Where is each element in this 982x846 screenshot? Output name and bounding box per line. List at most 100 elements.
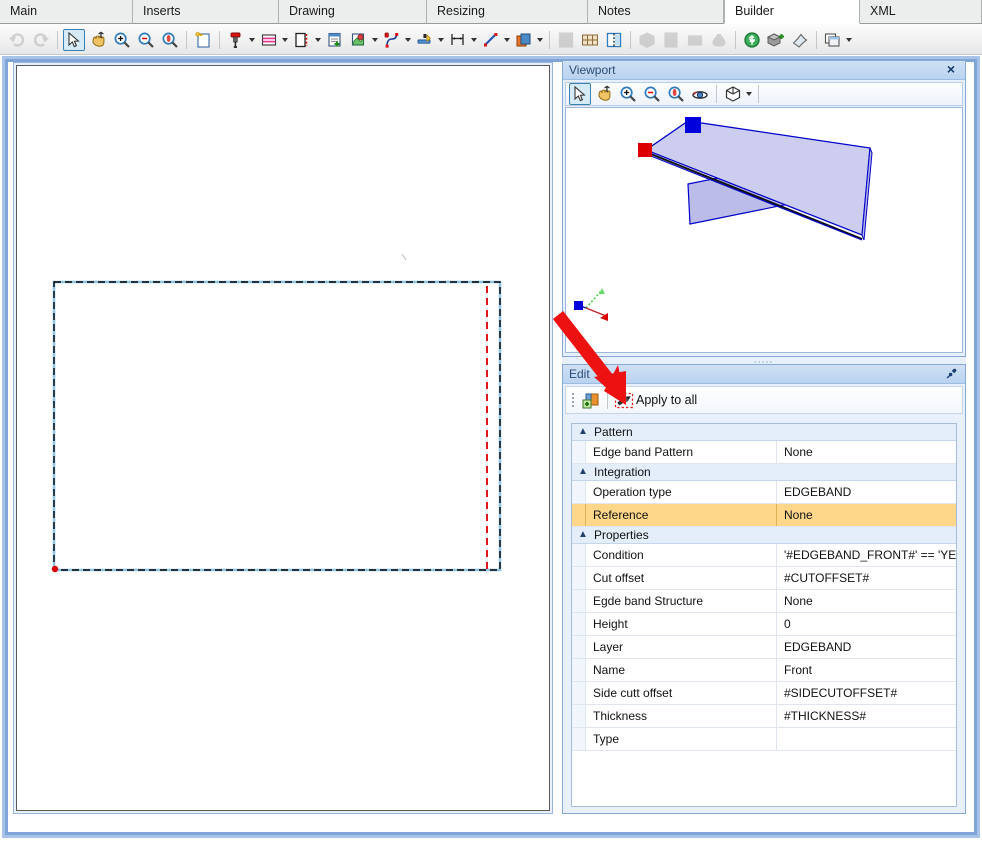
tab-drawing[interactable]: Drawing xyxy=(279,0,427,24)
add-operation-button[interactable] xyxy=(580,389,602,411)
groove-button[interactable] xyxy=(258,29,280,51)
undo-button[interactable] xyxy=(6,29,28,51)
property-value[interactable]: Front xyxy=(777,659,956,681)
dollar-button[interactable] xyxy=(741,29,763,51)
property-value[interactable]: None xyxy=(777,441,956,463)
toolbar-drag-grip[interactable] xyxy=(570,391,576,409)
drawing-area[interactable] xyxy=(13,62,553,814)
property-row[interactable]: Height 0 xyxy=(572,613,956,636)
viewport-view-cube-button[interactable] xyxy=(722,83,744,105)
edit-panel-toolbar: Apply to all xyxy=(565,386,963,414)
tab-resizing[interactable]: Resizing xyxy=(427,0,588,24)
close-icon[interactable]: × xyxy=(943,62,959,78)
pin-icon[interactable] xyxy=(944,367,958,381)
property-value[interactable]: EDGEBAND xyxy=(777,636,956,658)
property-row[interactable]: Layer EDGEBAND xyxy=(572,636,956,659)
chevron-down-icon[interactable] xyxy=(537,37,543,42)
new-panel-button[interactable] xyxy=(192,29,214,51)
property-grid[interactable]: ▲ Pattern Edge band Pattern None ▲ Integratio… xyxy=(571,423,957,807)
chevron-down-icon[interactable] xyxy=(471,37,477,42)
insert-button[interactable] xyxy=(324,29,346,51)
property-row[interactable]: Name Front xyxy=(572,659,956,682)
diagonal-line-button[interactable] xyxy=(480,29,502,51)
property-value[interactable]: None xyxy=(777,504,956,526)
property-row[interactable]: Edge band Pattern None xyxy=(572,441,956,464)
property-value[interactable] xyxy=(777,728,956,750)
viewport-orbit-button[interactable] xyxy=(689,83,711,105)
property-value[interactable]: #THICKNESS# xyxy=(777,705,956,727)
contour-button[interactable] xyxy=(381,29,403,51)
rebate-button[interactable] xyxy=(414,29,436,51)
select-arrow-button[interactable] xyxy=(63,28,85,51)
money-bag-button[interactable] xyxy=(708,29,730,51)
property-group-integration[interactable]: ▲ Integration xyxy=(572,464,956,481)
property-row[interactable]: Thickness #THICKNESS# xyxy=(572,705,956,728)
copy-part-button[interactable] xyxy=(765,29,787,51)
property-row[interactable]: Operation type EDGEBAND xyxy=(572,481,956,504)
pocket-button[interactable] xyxy=(348,29,370,51)
edge-start-handle[interactable] xyxy=(685,117,701,133)
pan-hand-button[interactable] xyxy=(87,29,109,51)
viewport-pan-hand-button[interactable] xyxy=(593,83,615,105)
cabinet-button[interactable] xyxy=(660,29,682,51)
property-row[interactable]: Egde band Structure None xyxy=(572,590,956,613)
zoom-in-button[interactable] xyxy=(111,29,133,51)
chevron-down-icon[interactable] xyxy=(746,92,752,96)
viewport-3d-canvas[interactable] xyxy=(565,107,963,353)
chevron-down-icon[interactable] xyxy=(504,37,510,42)
viewport-select-arrow-button[interactable] xyxy=(569,83,591,105)
book-button[interactable] xyxy=(789,29,811,51)
chevron-down-icon[interactable] xyxy=(282,37,288,42)
viewport-zoom-in-button[interactable] xyxy=(617,83,639,105)
panel-split-button[interactable] xyxy=(603,29,625,51)
chevron-down-icon[interactable] xyxy=(438,37,444,42)
property-row[interactable]: Cut offset #CUTOFFSET# xyxy=(572,567,956,590)
property-group-label: Integration xyxy=(594,465,651,479)
panel-split-icon xyxy=(605,31,623,49)
tab-notes[interactable]: Notes xyxy=(588,0,724,24)
zoom-out-button[interactable] xyxy=(135,29,157,51)
chevron-down-icon[interactable] xyxy=(315,37,321,42)
property-value[interactable]: '#EDGEBAND_FRONT#' == 'YES' xyxy=(777,544,956,566)
property-group-pattern[interactable]: ▲ Pattern xyxy=(572,424,956,441)
tab-inserts[interactable]: Inserts xyxy=(133,0,279,24)
chevron-up-icon[interactable]: ▲ xyxy=(572,424,594,440)
property-row[interactable]: Condition '#EDGEBAND_FRONT#' == 'YES' xyxy=(572,544,956,567)
property-value[interactable]: 0 xyxy=(777,613,956,635)
property-group-properties[interactable]: ▲ Properties xyxy=(572,527,956,544)
edge-end-handle[interactable] xyxy=(638,143,652,157)
drill-button[interactable] xyxy=(225,29,247,51)
tab-xml[interactable]: XML xyxy=(860,0,982,24)
redo-button[interactable] xyxy=(30,29,52,51)
edgeband-button[interactable] xyxy=(291,29,313,51)
property-value[interactable]: None xyxy=(777,590,956,612)
chevron-down-icon[interactable] xyxy=(372,37,378,42)
report-button[interactable] xyxy=(555,29,577,51)
viewport-zoom-window-button[interactable] xyxy=(665,83,687,105)
chevron-down-icon[interactable] xyxy=(405,37,411,42)
chevron-down-icon[interactable] xyxy=(249,37,255,42)
drill-icon xyxy=(227,31,245,49)
dimension-button[interactable] xyxy=(447,29,469,51)
zoom-window-icon xyxy=(161,31,179,49)
box-3d-button[interactable] xyxy=(636,29,658,51)
property-row[interactable]: Reference None xyxy=(572,504,956,527)
drawing-canvas[interactable] xyxy=(16,65,550,811)
zoom-window-button[interactable] xyxy=(159,29,181,51)
property-value[interactable]: EDGEBAND xyxy=(777,481,956,503)
drawer-button[interactable] xyxy=(684,29,706,51)
windows-cascade-button[interactable] xyxy=(822,29,844,51)
chevron-up-icon[interactable]: ▲ xyxy=(572,527,594,543)
viewport-zoom-out-button[interactable] xyxy=(641,83,663,105)
chevron-up-icon[interactable]: ▲ xyxy=(572,464,594,480)
property-value[interactable]: #SIDECUTOFFSET# xyxy=(777,682,956,704)
tab-main[interactable]: Main xyxy=(0,0,133,24)
property-row[interactable]: Type xyxy=(572,728,956,751)
layers-button[interactable] xyxy=(513,29,535,51)
property-row[interactable]: Side cutt offset #SIDECUTOFFSET# xyxy=(572,682,956,705)
property-value[interactable]: #CUTOFFSET# xyxy=(777,567,956,589)
nesting-button[interactable] xyxy=(579,29,601,51)
apply-to-all-button[interactable]: Apply to all xyxy=(612,389,702,411)
chevron-down-icon[interactable] xyxy=(846,37,852,42)
tab-builder[interactable]: Builder xyxy=(724,0,860,24)
